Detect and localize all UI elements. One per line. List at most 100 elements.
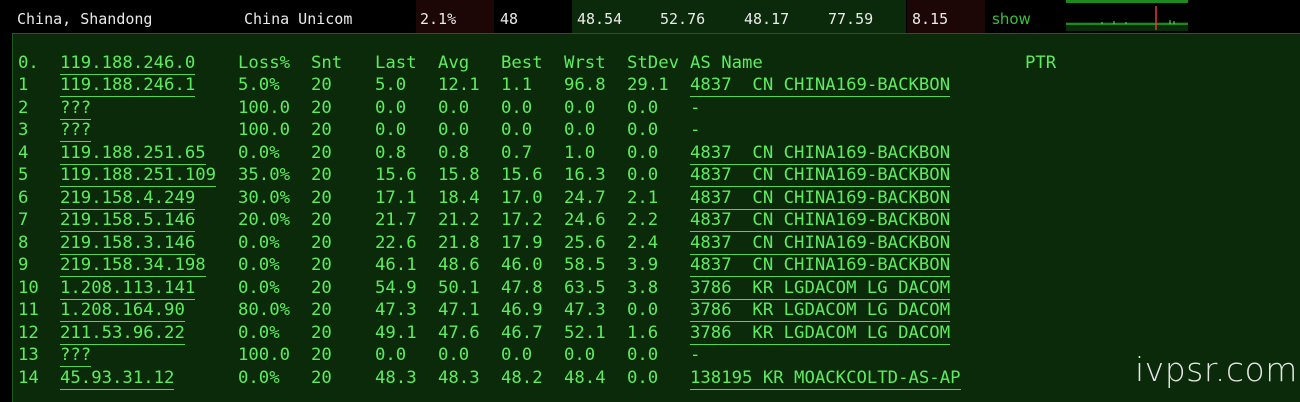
stdev-latency: 1.6 [627, 322, 659, 343]
worst-latency: 0.0 [564, 97, 596, 118]
hop-number: 3 [18, 120, 29, 140]
as-name-link[interactable]: 4837 CN CHINA169-BACKBON [690, 232, 951, 255]
table-row: 9 219.158.34.198 0.0% 20 46.1 48.6 46.0 58.5 3.9… [13, 254, 1300, 277]
header-ptr: PTR [1025, 53, 1057, 73]
as-name-link[interactable]: 4837 CN CHINA169-BACKBON [690, 164, 951, 187]
table-row: 1 119.188.246.1 5.0% 20 5.0 12.1 1.1 96.8 29.1 48… [13, 74, 1300, 97]
best-latency: 47.8 [501, 277, 543, 298]
loss-percent: 5.0% [238, 75, 280, 95]
sparkline-top-band [1066, 0, 1188, 3]
summary-avg: 52.76 [660, 10, 706, 28]
hop-number: 10 [18, 277, 39, 298]
table-row: 3??? 100.0 20 0.0 0.0 0.0 0.0 0.0 - [13, 119, 1300, 142]
hop-number: 7 [18, 210, 29, 230]
avg-latency: 0.0 [438, 97, 470, 118]
hop-number: 13 [18, 345, 39, 365]
best-latency: 48.2 [501, 367, 543, 388]
stdev-latency: 0.0 [627, 300, 659, 320]
table-header-row: 0. 119.188.246.0 Loss% Snt Last Avg Best… [13, 52, 1300, 75]
header-loss: Loss% [238, 53, 291, 73]
loss-percent: 35.0% [238, 165, 291, 185]
worst-latency: 48.4 [564, 367, 606, 388]
as-name-link[interactable]: 4837 CN CHINA169-BACKBON [690, 254, 951, 277]
loss-percent: 100.0 [238, 345, 291, 365]
best-latency: 0.0 [501, 120, 533, 140]
summary-loss: 2.1% [420, 10, 457, 28]
as-name-link[interactable]: 3786 KR LGDACOM LG DACOM [690, 322, 951, 345]
watermark: ivpsr.com [1135, 350, 1298, 389]
sent-count: 20 [311, 300, 332, 320]
loss-percent: 0.0% [238, 142, 280, 163]
as-name-link[interactable]: 4837 CN CHINA169-BACKBON [690, 142, 951, 165]
as-name-link[interactable]: 3786 KR LGDACOM LG DACOM [690, 277, 951, 300]
host-address-link[interactable]: ??? [60, 344, 92, 367]
last-latency: 54.9 [375, 277, 417, 298]
avg-latency: 21.2 [438, 210, 480, 230]
as-name-link[interactable]: 4837 CN CHINA169-BACKBON [690, 187, 951, 210]
loss-percent: 80.0% [238, 300, 291, 320]
best-latency: 15.6 [501, 165, 543, 185]
worst-latency: 16.3 [564, 165, 606, 185]
last-latency: 47.3 [375, 300, 417, 320]
sent-count: 20 [311, 367, 332, 388]
header-wrst: Wrst [564, 53, 606, 73]
host-address-link[interactable]: ??? [60, 97, 92, 120]
as-name-link[interactable]: 4837 CN CHINA169-BACKBON [690, 209, 951, 232]
stdev-latency: 0.0 [627, 367, 659, 388]
host-address-link[interactable]: 119.188.251.109 [60, 164, 217, 187]
summary-bar: China, Shandong China Unicom 2.1% 48 48.… [0, 0, 1300, 33]
best-latency: 17.0 [501, 187, 543, 208]
loss-percent: 100.0 [238, 97, 291, 118]
hop-number: 8 [18, 232, 29, 253]
host-address-link[interactable]: 45.93.31.12 [60, 367, 175, 390]
loss-percent: 20.0% [238, 210, 291, 230]
table-row: 11 1.208.164.90 80.0% 20 47.3 47.1 46.9 47.3 0.0… [13, 299, 1300, 322]
hop-number: 1 [18, 75, 29, 95]
as-name-link[interactable]: 4837 CN CHINA169-BACKBON [690, 74, 951, 97]
header-host-link[interactable]: 119.188.246.0 [60, 52, 196, 75]
host-address-link[interactable]: ??? [60, 119, 92, 142]
table-row: 5 119.188.251.109 35.0% 20 15.6 15.8 15.6 16.3 0… [13, 164, 1300, 187]
last-latency: 0.0 [375, 120, 407, 140]
avg-latency: 48.3 [438, 367, 480, 388]
worst-latency: 0.0 [564, 345, 596, 365]
as-name-link[interactable]: 3786 KR LGDACOM LG DACOM [690, 299, 951, 322]
avg-latency: 0.8 [438, 142, 470, 163]
header-hop: 0. [18, 53, 39, 73]
host-address-link[interactable]: 219.158.34.198 [60, 254, 206, 277]
hop-number: 4 [18, 142, 29, 163]
host-address-link[interactable]: 211.53.96.22 [60, 322, 185, 345]
loss-percent: 30.0% [238, 187, 291, 208]
loss-percent: 0.0% [238, 367, 280, 388]
stdev-latency: 0.0 [627, 142, 659, 163]
last-latency: 0.0 [375, 345, 407, 365]
host-address-link[interactable]: 1.208.113.141 [60, 277, 196, 300]
as-name-link[interactable]: 138195 KR MOACKCOLTD-AS-AP [690, 367, 961, 390]
worst-latency: 58.5 [564, 255, 606, 275]
sent-count: 20 [311, 277, 332, 298]
best-latency: 17.2 [501, 210, 543, 230]
host-address-link[interactable]: 219.158.5.146 [60, 209, 196, 232]
header-asname: AS Name [690, 53, 763, 73]
stdev-latency: 29.1 [627, 75, 669, 95]
stdev-latency: 0.0 [627, 120, 659, 140]
hop-number: 9 [18, 255, 29, 275]
sent-count: 20 [311, 165, 332, 185]
host-address-link[interactable]: 119.188.246.1 [60, 74, 196, 97]
sent-count: 20 [311, 210, 332, 230]
worst-latency: 47.3 [564, 300, 606, 320]
best-latency: 0.0 [501, 97, 533, 118]
host-address-link[interactable]: 1.208.164.90 [60, 299, 185, 322]
header-last: Last [375, 53, 417, 73]
host-address-link[interactable]: 219.158.4.249 [60, 187, 196, 210]
worst-latency: 96.8 [564, 75, 606, 95]
hop-number: 14 [18, 367, 39, 388]
show-link[interactable]: show [992, 9, 1031, 29]
host-address-link[interactable]: 119.188.251.65 [60, 142, 206, 165]
header-avg: Avg [438, 53, 470, 73]
host-address-link[interactable]: 219.158.3.146 [60, 232, 196, 255]
sent-count: 20 [311, 142, 332, 163]
avg-latency: 0.0 [438, 120, 470, 140]
avg-latency: 50.1 [438, 277, 480, 298]
hop-number: 2 [18, 97, 29, 118]
